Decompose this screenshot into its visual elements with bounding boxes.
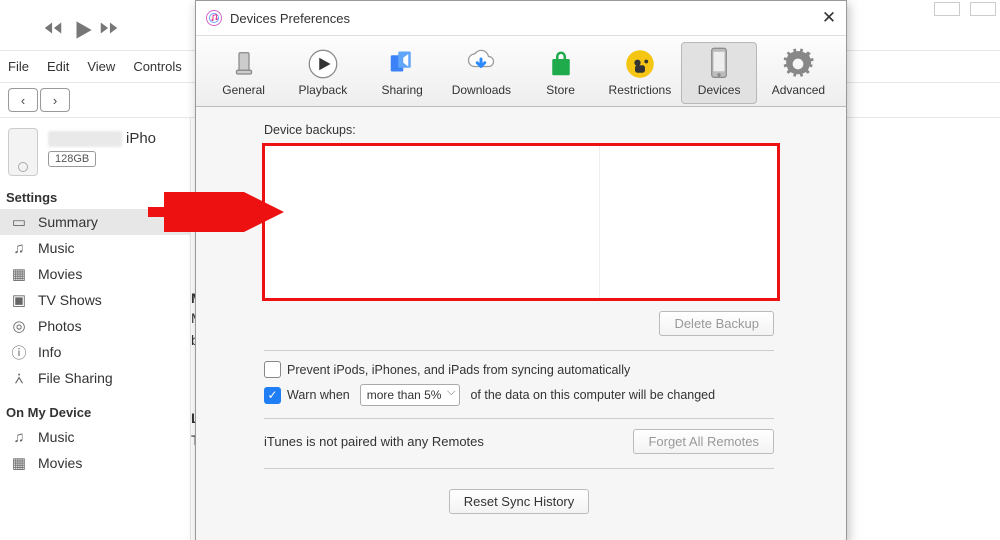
item-label: Music bbox=[38, 429, 75, 445]
close-button[interactable]: ✕ bbox=[812, 8, 846, 28]
tab-sharing[interactable]: Sharing bbox=[364, 42, 440, 104]
itunes-icon bbox=[206, 10, 222, 26]
tab-playback[interactable]: Playback bbox=[285, 42, 361, 104]
tab-label: General bbox=[222, 83, 265, 97]
menu-file[interactable]: File bbox=[6, 57, 31, 76]
menu-view[interactable]: View bbox=[85, 57, 117, 76]
sidebar-device-item-music[interactable]: ♫ Music bbox=[0, 424, 190, 450]
sidebar-item-photos[interactable]: ◎ Photos bbox=[0, 313, 190, 339]
tab-label: Devices bbox=[698, 83, 741, 97]
nav-back-button[interactable]: ‹ bbox=[8, 88, 38, 112]
reset-sync-history-button[interactable]: Reset Sync History bbox=[449, 489, 590, 514]
tab-label: Advanced bbox=[772, 83, 825, 97]
device-capacity-badge: 128GB bbox=[48, 151, 96, 167]
nav-forward-button[interactable]: › bbox=[40, 88, 70, 112]
window-minimize[interactable] bbox=[934, 2, 960, 16]
general-icon bbox=[229, 47, 259, 81]
prevent-sync-label: Prevent iPods, iPhones, and iPads from s… bbox=[287, 363, 630, 377]
sidebar-item-summary[interactable]: ▭ Summary bbox=[0, 209, 190, 235]
store-icon bbox=[546, 47, 576, 81]
item-icon: ▣ bbox=[10, 291, 28, 309]
sidebar-item-movies[interactable]: ▦ Movies bbox=[0, 261, 190, 287]
downloads-icon bbox=[466, 47, 496, 81]
tab-label: Playback bbox=[299, 83, 348, 97]
sidebar-device-item-movies[interactable]: ▦ Movies bbox=[0, 450, 190, 476]
sidebar-section-settings: Settings bbox=[0, 182, 190, 209]
sidebar-item-file-sharing[interactable]: ⩑ File Sharing bbox=[0, 365, 190, 391]
item-icon: ▦ bbox=[10, 454, 28, 472]
item-label: Music bbox=[38, 240, 75, 256]
sidebar-item-tv-shows[interactable]: ▣ TV Shows bbox=[0, 287, 190, 313]
device-thumbnail-icon bbox=[8, 128, 38, 176]
remotes-status-text: iTunes is not paired with any Remotes bbox=[264, 434, 484, 449]
sharing-icon bbox=[387, 47, 417, 81]
tab-devices[interactable]: Devices bbox=[681, 42, 757, 104]
device-backups-list[interactable] bbox=[262, 143, 780, 301]
play-icon[interactable] bbox=[70, 17, 92, 39]
sidebar-item-music[interactable]: ♫ Music bbox=[0, 235, 190, 261]
window-maximize[interactable] bbox=[970, 2, 996, 16]
item-icon: ⩑ bbox=[10, 370, 28, 387]
tab-general[interactable]: General bbox=[206, 42, 282, 104]
menu-controls[interactable]: Controls bbox=[131, 57, 183, 76]
item-label: Movies bbox=[38, 455, 82, 471]
item-icon: ◎ bbox=[10, 317, 28, 335]
warn-checkbox[interactable]: ✓ bbox=[264, 387, 281, 404]
restrictions-icon bbox=[625, 47, 655, 81]
item-label: Movies bbox=[38, 266, 82, 282]
tab-advanced[interactable]: Advanced bbox=[760, 42, 836, 104]
playback-icon bbox=[308, 47, 338, 81]
dialog-title: Devices Preferences bbox=[230, 11, 812, 26]
delete-backup-button[interactable]: Delete Backup bbox=[659, 311, 774, 336]
forward-icon[interactable] bbox=[98, 17, 120, 39]
item-label: Info bbox=[38, 344, 61, 360]
tab-restrictions[interactable]: Restrictions bbox=[602, 42, 678, 104]
menu-edit[interactable]: Edit bbox=[45, 57, 71, 76]
warn-label-before: Warn when bbox=[287, 388, 350, 402]
item-label: Summary bbox=[38, 214, 98, 230]
rewind-icon[interactable] bbox=[42, 17, 64, 39]
warn-threshold-select[interactable]: more than 5% bbox=[360, 384, 461, 406]
sidebar-item-info[interactable]: ⓘ Info bbox=[0, 339, 190, 365]
forget-all-remotes-button[interactable]: Forget All Remotes bbox=[633, 429, 774, 454]
item-icon: ♫ bbox=[10, 429, 28, 446]
tab-store[interactable]: Store bbox=[523, 42, 599, 104]
tab-label: Store bbox=[546, 83, 575, 97]
tab-label: Restrictions bbox=[609, 83, 672, 97]
devices-preferences-dialog: Devices Preferences ✕ General Playback Sha… bbox=[195, 0, 847, 540]
device-name: iPho bbox=[48, 128, 156, 147]
item-icon: ▭ bbox=[10, 213, 28, 231]
item-label: File Sharing bbox=[38, 370, 113, 386]
tab-downloads[interactable]: Downloads bbox=[443, 42, 519, 104]
item-icon: ▦ bbox=[10, 265, 28, 283]
item-label: TV Shows bbox=[38, 292, 102, 308]
sidebar-section-on-my-device: On My Device bbox=[0, 397, 190, 424]
item-label: Photos bbox=[38, 318, 82, 334]
warn-label-after: of the data on this computer will be cha… bbox=[470, 388, 715, 402]
advanced-icon bbox=[782, 47, 814, 81]
item-icon: ♫ bbox=[10, 240, 28, 257]
devices-icon bbox=[704, 47, 734, 81]
device-backups-label: Device backups: bbox=[264, 123, 816, 137]
tab-label: Downloads bbox=[452, 83, 511, 97]
item-icon: ⓘ bbox=[10, 342, 28, 363]
tab-label: Sharing bbox=[381, 83, 422, 97]
prevent-sync-checkbox[interactable] bbox=[264, 361, 281, 378]
sidebar: iPho 128GB Settings ▭ Summary ♫ Music ▦ Movie… bbox=[0, 118, 191, 540]
